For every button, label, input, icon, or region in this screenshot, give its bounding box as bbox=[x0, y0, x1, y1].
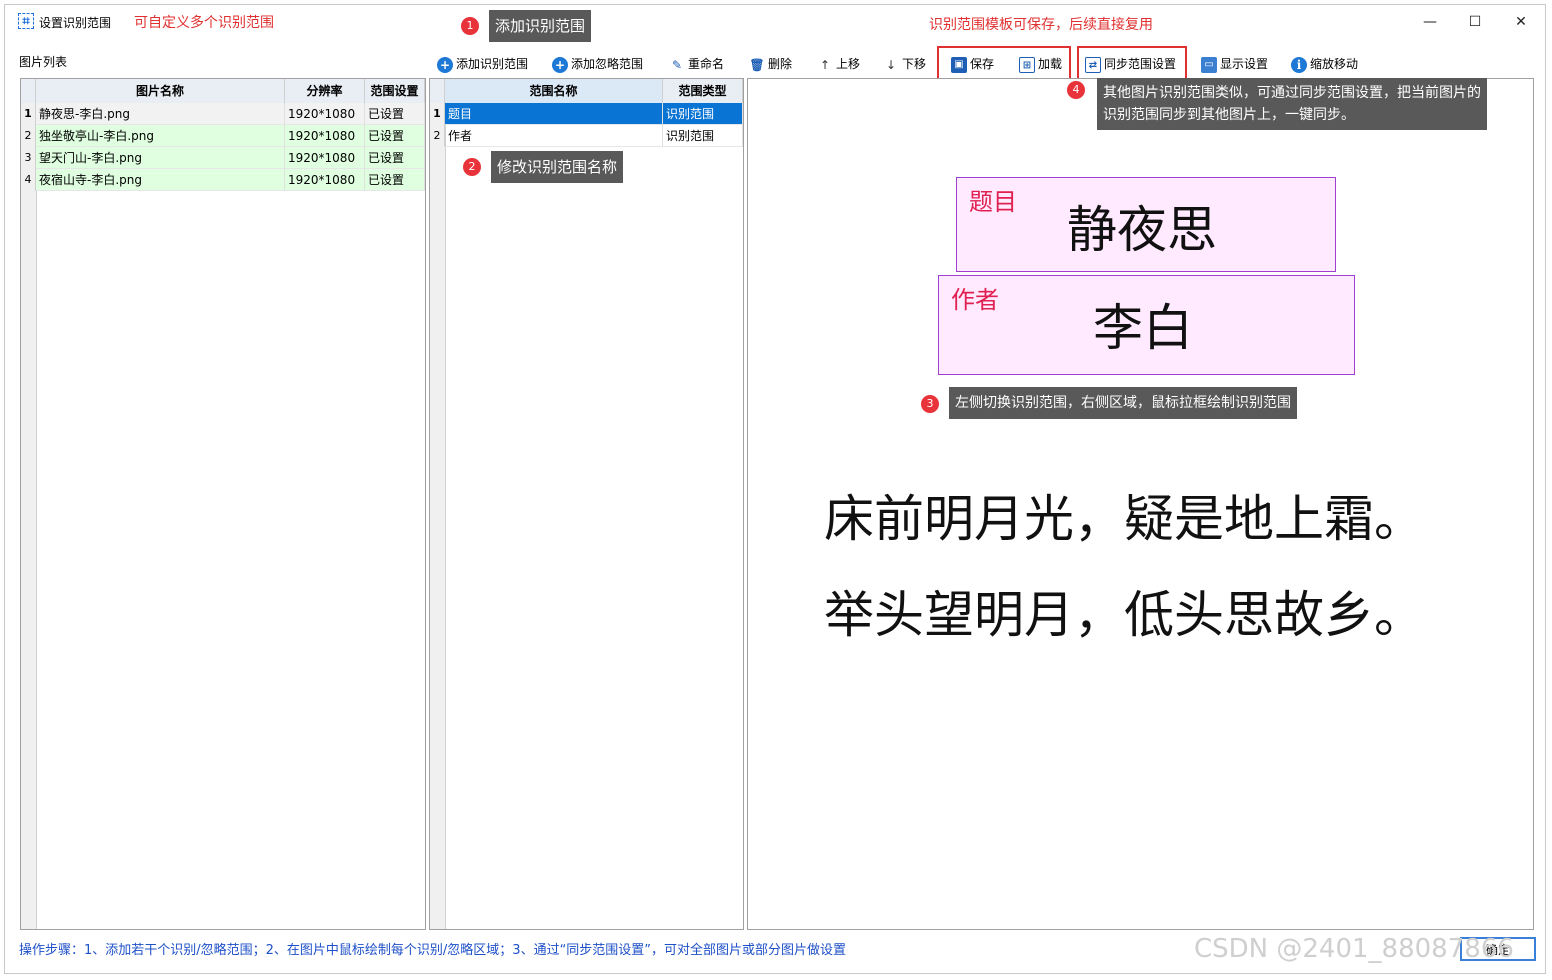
display-settings-button[interactable]: ▭ 显示设置 bbox=[1201, 51, 1268, 77]
title-bar: ⌗ 设置识别范围 可自定义多个识别范围 识别范围模板可保存，后续直接复用 — ☐… bbox=[5, 5, 1545, 39]
add-ignore-button[interactable]: + 添加忽略范围 bbox=[552, 51, 643, 77]
info-icon: i bbox=[1291, 56, 1307, 73]
row-number: 4 bbox=[21, 169, 36, 191]
minimize-button[interactable]: — bbox=[1408, 9, 1452, 35]
callout-sync-line-2: 识别范围同步到其他图片上，一键同步。 bbox=[1103, 107, 1355, 123]
maximize-button[interactable]: ☐ bbox=[1453, 9, 1497, 35]
move-down-label: 下移 bbox=[902, 57, 927, 71]
roi-title-label: 题目 bbox=[969, 188, 1017, 216]
add-icon: + bbox=[552, 56, 568, 73]
table-row[interactable]: 1 静夜思-李白.png 1920*1080 已设置 bbox=[21, 103, 425, 125]
delete-label: 删除 bbox=[768, 57, 793, 71]
row-number: 3 bbox=[21, 147, 36, 169]
region-name-cell[interactable]: 题目 bbox=[445, 103, 663, 125]
delete-button[interactable]: 🗑 删除 bbox=[749, 51, 792, 77]
image-name-cell: 望天门山-李白.png bbox=[36, 147, 285, 169]
col-region-status[interactable]: 范围设置 bbox=[365, 79, 425, 103]
roi-author-box[interactable]: 作者 李白 bbox=[938, 275, 1355, 375]
region-name-cell[interactable]: 作者 bbox=[445, 125, 663, 147]
move-up-button[interactable]: ↑ 上移 bbox=[817, 51, 860, 77]
region-type-cell: 识别范围 bbox=[663, 103, 743, 125]
corner-cell bbox=[430, 79, 445, 103]
resolution-cell: 1920*1080 bbox=[285, 169, 365, 191]
region-select-icon: ⌗ bbox=[18, 13, 34, 29]
table-row[interactable]: 4 夜宿山寺-李白.png 1920*1080 已设置 bbox=[21, 169, 425, 191]
rename-button[interactable]: ✎ 重命名 bbox=[669, 51, 724, 77]
image-name-cell: 独坐敬亭山-李白.png bbox=[36, 125, 285, 147]
callout-rename-region: 修改识别范围名称 bbox=[491, 151, 624, 183]
region-list-grid: 范围名称 范围类型 1 题目 识别范围 2 作者 识别范围 bbox=[429, 78, 744, 930]
image-list-grid: 图片名称 分辨率 范围设置 1 静夜思-李白.png 1920*1080 已设置… bbox=[20, 78, 426, 930]
callout-sync-settings: 其他图片识别范围类似，可通过同步范围设置，把当前图片的 识别范围同步到其他图片上… bbox=[1097, 78, 1487, 130]
save-load-highlight bbox=[937, 46, 1071, 80]
status-cell: 已设置 bbox=[365, 169, 425, 191]
table-row[interactable]: 2 作者 识别范围 bbox=[430, 125, 743, 147]
callout-1-badge: 1 bbox=[461, 17, 479, 35]
zoom-label: 缩放移动 bbox=[1310, 57, 1359, 71]
corner-cell bbox=[21, 79, 36, 103]
note-template-reuse: 识别范围模板可保存，后续直接复用 bbox=[929, 17, 1153, 33]
col-image-name[interactable]: 图片名称 bbox=[36, 79, 285, 103]
image-list-header: 图片名称 分辨率 范围设置 bbox=[21, 79, 425, 104]
add-region-label: 添加识别范围 bbox=[456, 57, 529, 71]
poem-author-text: 李白 bbox=[1093, 299, 1193, 357]
col-region-name[interactable]: 范围名称 bbox=[445, 79, 663, 103]
roi-author-label: 作者 bbox=[951, 286, 999, 314]
poem-line-2: 举头望明月，低头思故乡。 bbox=[824, 586, 1424, 644]
status-cell: 已设置 bbox=[365, 147, 425, 169]
poem-title-text: 静夜思 bbox=[1067, 201, 1217, 259]
resolution-cell: 1920*1080 bbox=[285, 125, 365, 147]
table-row[interactable]: 2 独坐敬亭山-李白.png 1920*1080 已设置 bbox=[21, 125, 425, 147]
display-label: 显示设置 bbox=[1220, 57, 1269, 71]
poem-line-1: 床前明月光，疑是地上霜。 bbox=[824, 490, 1424, 548]
row-number: 2 bbox=[430, 125, 445, 147]
resolution-cell: 1920*1080 bbox=[285, 103, 365, 125]
close-button[interactable]: ✕ bbox=[1499, 9, 1543, 35]
row-number: 1 bbox=[21, 103, 36, 125]
callout-sync-line-1: 其他图片识别范围类似，可通过同步范围设置，把当前图片的 bbox=[1103, 85, 1481, 101]
callout-add-region: 添加识别范围 bbox=[489, 10, 592, 42]
row-number: 2 bbox=[21, 125, 36, 147]
note-custom-regions: 可自定义多个识别范围 bbox=[134, 15, 274, 31]
pencil-icon: ✎ bbox=[671, 57, 683, 72]
row-number: 1 bbox=[430, 103, 445, 125]
resolution-cell: 1920*1080 bbox=[285, 147, 365, 169]
monitor-icon: ▭ bbox=[1201, 56, 1217, 73]
callout-draw-region: 左侧切换识别范围，右侧区域，鼠标拉框绘制识别范围 bbox=[949, 387, 1297, 419]
row-header-gutter bbox=[430, 103, 446, 929]
sync-highlight bbox=[1077, 46, 1187, 80]
col-region-type[interactable]: 范围类型 bbox=[663, 79, 743, 103]
move-down-button[interactable]: ↓ 下移 bbox=[883, 51, 926, 77]
instructions-text: 操作步骤：1、添加若干个识别/忽略范围；2、在图片中鼠标绘制每个识别/忽略区域；… bbox=[19, 943, 847, 958]
image-name-cell: 静夜思-李白.png bbox=[36, 103, 285, 125]
status-cell: 已设置 bbox=[365, 125, 425, 147]
region-type-cell: 识别范围 bbox=[663, 125, 743, 147]
zoom-move-button[interactable]: i 缩放移动 bbox=[1291, 51, 1358, 77]
arrow-down-icon: ↓ bbox=[885, 57, 897, 72]
region-list-header: 范围名称 范围类型 bbox=[430, 79, 743, 104]
callout-3-badge: 3 bbox=[921, 395, 939, 413]
move-up-label: 上移 bbox=[836, 57, 861, 71]
callout-4-badge: 4 bbox=[1067, 81, 1085, 99]
window-title: 设置识别范围 bbox=[39, 16, 112, 30]
dialog-window: ⌗ 设置识别范围 可自定义多个识别范围 识别范围模板可保存，后续直接复用 — ☐… bbox=[4, 4, 1546, 974]
col-resolution[interactable]: 分辨率 bbox=[285, 79, 365, 103]
callout-2-badge: 2 bbox=[463, 158, 481, 176]
table-row-selected[interactable]: 1 题目 识别范围 bbox=[430, 103, 743, 125]
add-ignore-label: 添加忽略范围 bbox=[571, 57, 644, 71]
row-header-gutter bbox=[21, 103, 37, 929]
rename-label: 重命名 bbox=[688, 57, 725, 71]
status-cell: 已设置 bbox=[365, 103, 425, 125]
table-row[interactable]: 3 望天门山-李白.png 1920*1080 已设置 bbox=[21, 147, 425, 169]
trash-icon: 🗑 bbox=[749, 57, 765, 72]
arrow-up-icon: ↑ bbox=[819, 57, 831, 72]
image-canvas[interactable]: 题目 静夜思 作者 李白 床前明月光，疑是地上霜。 举头望明月，低头思故乡。 bbox=[747, 78, 1534, 930]
image-list-label: 图片列表 bbox=[19, 55, 68, 69]
roi-title-box[interactable]: 题目 静夜思 bbox=[956, 177, 1336, 272]
add-icon: + bbox=[437, 56, 453, 73]
add-region-button[interactable]: + 添加识别范围 bbox=[437, 51, 528, 77]
watermark: CSDN @2401_88087866 bbox=[1194, 934, 1514, 964]
image-name-cell: 夜宿山寺-李白.png bbox=[36, 169, 285, 191]
